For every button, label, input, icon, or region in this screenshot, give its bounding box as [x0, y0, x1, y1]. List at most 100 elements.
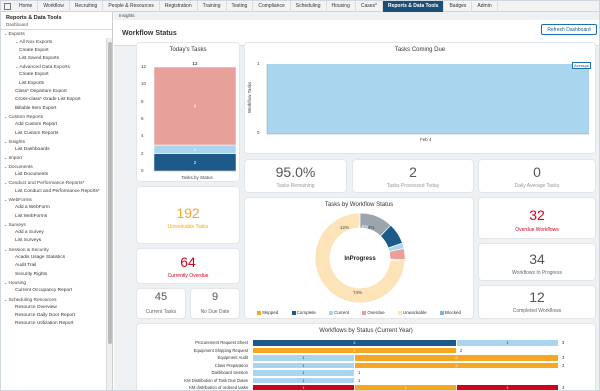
sidebar-item-conduct-and-performance-reports[interactable]: ⌄ Conduct and Performance Reports* — [1, 179, 112, 187]
sidebar-item-label: Class* Departure Export — [15, 89, 67, 95]
completed-workflows-card: 12 Completed Workflows — [478, 285, 596, 319]
sidebar-item-all-nox-exports[interactable]: ⌄ All Nox Exports — [1, 38, 112, 46]
sidebar-item-cross-class-grade-list-export[interactable]: Cross-class* Grade List Export — [1, 96, 112, 104]
sidebar-subtitle[interactable]: Dashboard — [1, 21, 112, 30]
wf-bar-value: 1 — [302, 385, 305, 390]
sidebar-item-list-saved-exports[interactable]: List Saved Exports — [1, 55, 112, 63]
sidebar-item-list-exports[interactable]: List Exports — [1, 80, 112, 88]
sidebar-item-label: Add a WebForm — [15, 205, 50, 211]
sidebar-item-custom-reports[interactable]: ⌄ Custom Reports — [1, 113, 112, 121]
sidebar-scroll-thumb[interactable] — [108, 42, 112, 344]
wf-bar-segment[interactable]: 1 — [457, 385, 559, 390]
wf-bar-segment[interactable]: 2 — [253, 340, 457, 346]
sidebar-item-create-export[interactable]: Create Export — [1, 47, 112, 55]
sidebar-item-list-webforms[interactable]: List WebForms — [1, 213, 112, 221]
nav-tab-reports-data-tools[interactable]: Reports & Data Tools — [382, 1, 445, 12]
nav-tab-compliance[interactable]: Compliance — [253, 1, 291, 12]
legend-unworkable[interactable]: Unworkable — [397, 310, 427, 315]
nav-tab-housing[interactable]: Housing — [327, 1, 356, 12]
sidebar-item-exports[interactable]: ⌄ Exports — [1, 30, 112, 38]
donut-label-complete: 7.6% — [358, 224, 369, 229]
nav-tab-recruiting[interactable]: Recruiting — [70, 1, 104, 12]
todays-tasks-card: Today's Tasks 12 10 8 6 4 2 0 2 1 9 12 Tasks by S… — [136, 42, 240, 182]
wf-row-total: 3 — [562, 340, 565, 345]
wf-bar-segment[interactable]: 1 — [253, 377, 355, 383]
donut-legend: Skipped Complete Current Overdue Unworka… — [245, 310, 473, 315]
wf-bar-segment[interactable]: 1 — [457, 340, 559, 346]
sidebar-item-label: List Surveys — [15, 238, 42, 244]
wf-row-total: 2 — [562, 362, 565, 368]
nav-tab-cases[interactable]: Cases* — [356, 1, 383, 12]
sidebar-item-security-rights[interactable]: Security Rights — [1, 271, 112, 279]
sidebar-item-add-a-webform[interactable]: Add a WebForm — [1, 204, 112, 212]
wf-bar-segment[interactable]: 1 — [253, 355, 355, 361]
main-content: Insights Workflow Status Refresh Dashboa… — [114, 12, 599, 390]
sidebar-item-add-a-survey[interactable]: Add a Survey — [1, 229, 112, 237]
sidebar-item-class-departure-export[interactable]: Class* Departure Export — [1, 88, 112, 96]
sidebar-item-label: Resource Overview — [15, 304, 57, 310]
sidebar-item-advanced-data-exports[interactable]: ⌄ Advanced Data Exports — [1, 63, 112, 71]
sidebar-item-import[interactable]: ⌄ Import — [1, 154, 112, 162]
nav-tab-testing[interactable]: Testing — [227, 1, 254, 12]
sidebar-item-list-custom-reports[interactable]: List Custom Reports — [1, 130, 112, 138]
sidebar-item-surveys[interactable]: ⌄ Surveys — [1, 221, 112, 229]
nav-tab-registration[interactable]: Registration — [160, 1, 198, 12]
wf-bar-segment[interactable]: 1 — [253, 385, 355, 390]
refresh-dashboard-button[interactable]: Refresh Dashboard — [541, 24, 597, 35]
wf-bar-value: 2 — [353, 340, 356, 345]
sidebar-item-current-occupancy-report[interactable]: Current Occupancy Report — [1, 287, 112, 295]
nav-tab-admin[interactable]: Admin — [472, 1, 498, 12]
wf-bar-segment[interactable]: 1 — [253, 362, 355, 368]
sidebar-item-resource-utilization-report[interactable]: Resource Utilization Report — [1, 320, 112, 328]
sidebar-item-documents[interactable]: ⌄ Documents — [1, 163, 112, 171]
breadcrumb[interactable]: Insights — [119, 13, 135, 18]
daily-average-card: 0 Daily Average Tasks — [478, 159, 596, 193]
sidebar-scrollbar[interactable] — [106, 38, 112, 390]
sidebar-item-list-surveys[interactable]: List Surveys — [1, 237, 112, 245]
app-menu-icon[interactable] — [4, 2, 11, 10]
sidebar-item-housing[interactable]: ⌄ Housing — [1, 279, 112, 287]
tcd-xtick: Feb 4 — [420, 137, 432, 142]
nav-tab-workflow[interactable]: Workflow — [38, 1, 70, 12]
sidebar-item-insights[interactable]: ⌄ Insights — [1, 138, 112, 146]
sidebar-item-label: Custom Reports — [8, 114, 44, 120]
sidebar-item-resource-overview[interactable]: Resource Overview — [1, 304, 112, 312]
sidebar-item-audit-trail[interactable]: Audit Trail — [1, 262, 112, 270]
sidebar-item-list-documents[interactable]: List Documents — [1, 171, 112, 179]
sidebar-item-scheduling-resources[interactable]: ⌄ Scheduling Resources — [1, 296, 112, 304]
nav-tab-badges[interactable]: Badges — [444, 1, 473, 12]
wf-bar-segment[interactable]: 1 — [253, 370, 355, 376]
nav-tab-home[interactable]: Home — [14, 1, 39, 12]
sidebar-item-billable-item-export[interactable]: Billable Item Export — [1, 105, 112, 113]
sidebar-item-list-conduct-and-performance-reports[interactable]: List Conduct and Performance Reports* — [1, 188, 112, 196]
wf-bar-segment[interactable]: 1 — [355, 385, 457, 390]
legend-skipped[interactable]: Skipped — [257, 310, 278, 315]
sidebar-item-webforms[interactable]: ⌄ WebForms — [1, 196, 112, 204]
wf-row-label: Class Preparation — [214, 362, 248, 368]
daily-average-label: Daily Average Tasks — [514, 183, 560, 189]
nav-tab-training[interactable]: Training — [198, 1, 227, 12]
sidebar-item-label: Housing — [8, 280, 27, 286]
sidebar-item-acadis-usage-statistics[interactable]: Acadis Usage Statistics — [1, 254, 112, 262]
legend-complete[interactable]: Complete — [291, 310, 316, 315]
legend-blocked[interactable]: Blocked — [439, 310, 461, 315]
wf-bar-segment[interactable]: 2 — [355, 362, 559, 368]
workflows-by-status-card: Workflows by Status (Current Year) Procu… — [136, 323, 596, 390]
legend-current[interactable]: Current — [329, 310, 349, 315]
sidebar-item-label: List Saved Exports — [19, 55, 59, 61]
sidebar-item-resource-daily-door-report[interactable]: Resource Daily Door Report — [1, 312, 112, 320]
sidebar-item-add-custom-report[interactable]: Add Custom Report — [1, 121, 112, 129]
sidebar-item-label: Acadis Usage Statistics — [15, 255, 66, 261]
sidebar-item-session-security[interactable]: ⌄ Session & Security — [1, 246, 112, 254]
wf-bar-segment[interactable]: 2 — [253, 347, 457, 353]
sidebar-item-label: Session & Security — [8, 247, 49, 253]
wf-row-label: Equipment Shipping Request — [193, 347, 248, 353]
wf-row-total: 2 — [460, 347, 463, 353]
sidebar-item-list-dashboards[interactable]: List Dashboards — [1, 146, 112, 154]
nav-tab-people-resources[interactable]: People & Resources — [103, 1, 160, 12]
wf-bar-segment[interactable]: 2 — [355, 355, 559, 361]
sidebar-item-create-export[interactable]: Create Export — [1, 71, 112, 79]
wf-bar-value: 1 — [302, 362, 305, 368]
nav-tab-scheduling[interactable]: Scheduling — [291, 1, 327, 12]
legend-overdue[interactable]: Overdue — [362, 310, 385, 315]
